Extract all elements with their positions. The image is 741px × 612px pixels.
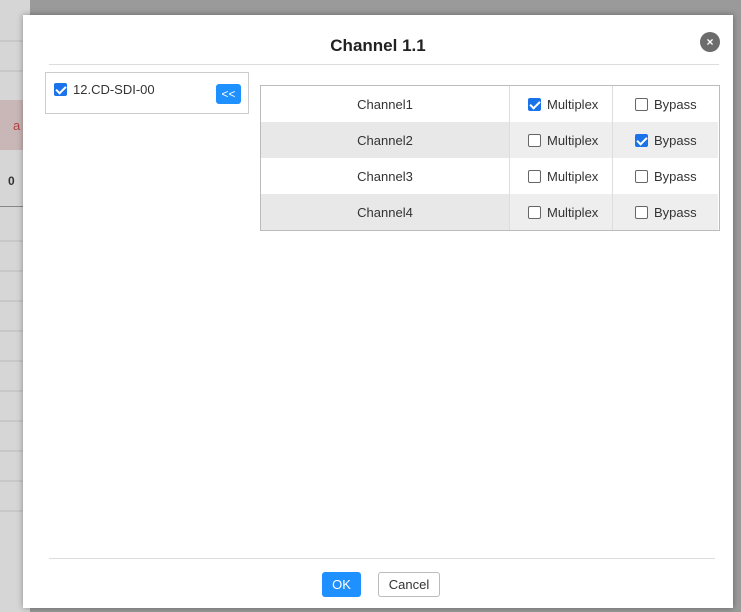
multiplex-option[interactable]: Multiplex <box>510 122 613 158</box>
bypass-label: Bypass <box>654 204 697 220</box>
bypass-checkbox[interactable] <box>635 205 648 219</box>
background-row-text: a <box>13 118 21 133</box>
channel-name: Channel1 <box>261 86 510 122</box>
table-row: Channel2 Multiplex Bypass <box>261 122 719 158</box>
multiplex-option[interactable]: Multiplex <box>510 86 613 122</box>
cancel-button[interactable]: Cancel <box>378 572 440 597</box>
title-divider <box>49 64 719 65</box>
dialog-title: Channel 1.1 <box>330 36 426 55</box>
channel-name: Channel4 <box>261 194 510 230</box>
channel-dialog: × Channel 1.1 12.CD-SDI-00 << Channel1 M… <box>23 15 733 608</box>
table-row: Channel1 Multiplex Bypass <box>261 86 719 122</box>
source-list-panel: 12.CD-SDI-00 << <box>45 72 249 114</box>
multiplex-checkbox[interactable] <box>528 97 541 111</box>
move-left-button[interactable]: << <box>216 84 241 104</box>
bypass-label: Bypass <box>654 132 697 148</box>
bypass-option[interactable]: Bypass <box>613 194 718 230</box>
background-row-number: 0 <box>8 174 15 188</box>
multiplex-checkbox[interactable] <box>528 133 541 147</box>
multiplex-label: Multiplex <box>547 204 599 220</box>
bypass-checkbox[interactable] <box>635 133 648 147</box>
bypass-label: Bypass <box>654 168 697 184</box>
source-list-item[interactable]: 12.CD-SDI-00 <box>54 82 155 97</box>
ok-button[interactable]: OK <box>322 572 361 597</box>
bypass-option[interactable]: Bypass <box>613 122 718 158</box>
multiplex-label: Multiplex <box>547 96 599 112</box>
channel-name: Channel3 <box>261 158 510 194</box>
table-row: Channel3 Multiplex Bypass <box>261 158 719 194</box>
footer-divider <box>49 558 715 559</box>
table-row: Channel4 Multiplex Bypass <box>261 194 719 230</box>
bypass-label: Bypass <box>654 96 697 112</box>
multiplex-checkbox[interactable] <box>528 205 541 219</box>
multiplex-label: Multiplex <box>547 132 599 148</box>
bypass-checkbox[interactable] <box>635 97 648 111</box>
channel-table: Channel1 Multiplex Bypass Channel2 Multi… <box>260 85 720 231</box>
multiplex-option[interactable]: Multiplex <box>510 194 613 230</box>
bypass-option[interactable]: Bypass <box>613 86 718 122</box>
multiplex-option[interactable]: Multiplex <box>510 158 613 194</box>
source-item-checkbox[interactable] <box>54 83 67 96</box>
bypass-option[interactable]: Bypass <box>613 158 718 194</box>
bypass-checkbox[interactable] <box>635 169 648 183</box>
channel-name: Channel2 <box>261 122 510 158</box>
multiplex-label: Multiplex <box>547 168 599 184</box>
multiplex-checkbox[interactable] <box>528 169 541 183</box>
source-item-label: 12.CD-SDI-00 <box>73 82 155 97</box>
